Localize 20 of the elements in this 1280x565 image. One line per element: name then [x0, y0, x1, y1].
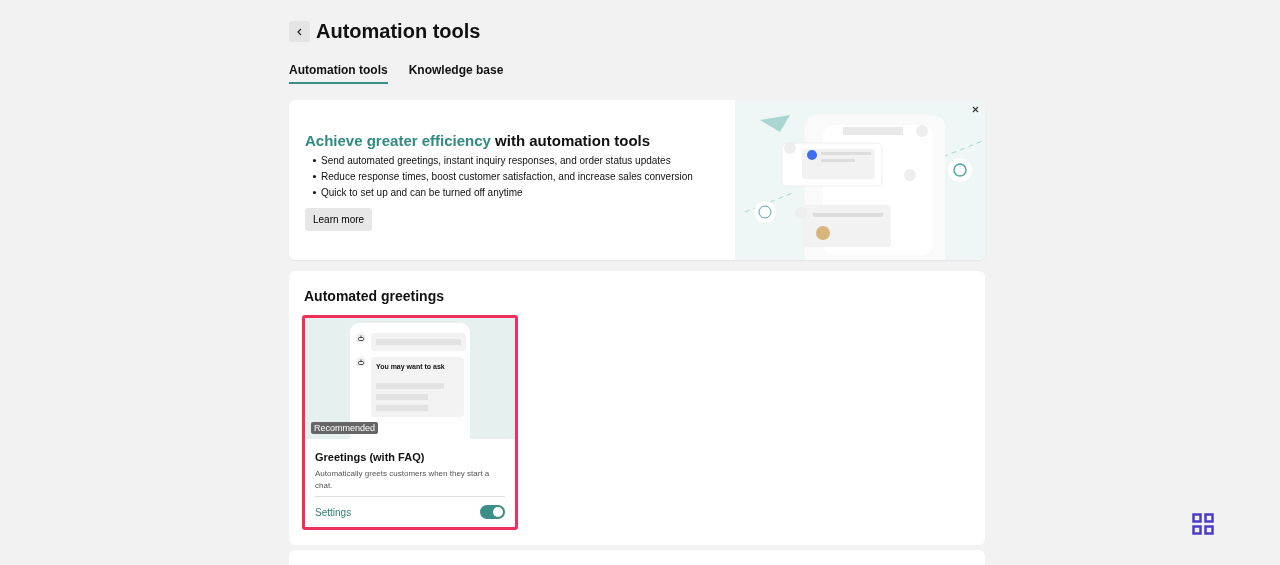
- toggle-switch[interactable]: [480, 505, 505, 519]
- learn-more-button[interactable]: Learn more: [305, 208, 373, 231]
- robot-icon: [356, 357, 366, 367]
- page-title: Automation tools: [316, 20, 481, 43]
- robot-icon: [356, 333, 366, 343]
- section-title: Automated greetings: [304, 288, 445, 304]
- card-description: Automatically greets customers when they start a chat.: [315, 468, 505, 497]
- chevron-left-icon: [295, 27, 304, 36]
- tab[interactable]: Knowledge base: [408, 63, 504, 84]
- bullet-item: Send automated greetings, instant inquiry responses, and order status updates: [313, 154, 719, 167]
- recommended-badge: Recommended: [311, 422, 379, 434]
- tab[interactable]: Automation tools: [289, 63, 388, 84]
- banner-headline: Achieve greater efficiency with automation tools: [305, 132, 652, 149]
- bullet-item: Reduce response times, boost customer satisfaction, and increase sales conversion: [313, 170, 719, 183]
- bullet-item: Quick to set up and can be turned off anytime: [313, 186, 719, 199]
- settings-link[interactable]: Settings: [315, 506, 352, 518]
- close-icon: [972, 106, 979, 113]
- close-button[interactable]: [972, 106, 979, 113]
- card-title: Greetings (with FAQ): [315, 451, 426, 463]
- grid-icon[interactable]: [1192, 513, 1214, 535]
